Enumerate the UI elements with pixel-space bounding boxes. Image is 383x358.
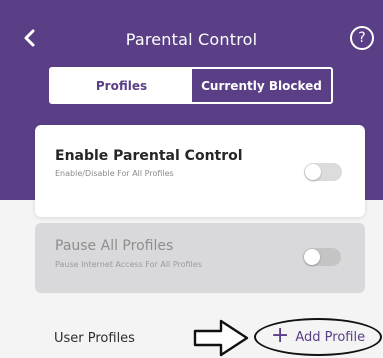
toggle-knob [304, 249, 320, 265]
user-profiles-label: User Profiles [54, 331, 135, 346]
pause-all-profiles-title: Pause All Profiles [55, 238, 174, 254]
enable-parental-control-card: Enable Parental Control Enable/Disable F… [35, 125, 365, 217]
help-button[interactable]: ? [350, 26, 374, 50]
enable-parental-control-toggle[interactable] [304, 163, 342, 181]
pause-all-profiles-card: Pause All Profiles Pause Internet Access… [35, 223, 365, 293]
pause-all-profiles-toggle[interactable] [303, 248, 341, 266]
tab-bar: Profiles Currently Blocked [49, 67, 333, 104]
pause-all-profiles-subtitle: Pause Internet Access For All Profiles [55, 260, 202, 269]
enable-parental-control-title: Enable Parental Control [55, 148, 243, 164]
add-profile-button[interactable]: + Add Profile [254, 318, 382, 356]
right-arrow-outline-icon [193, 319, 249, 357]
enable-parental-control-subtitle: Enable/Disable For All Profiles [55, 169, 174, 178]
add-profile-label: Add Profile [295, 329, 366, 345]
question-circle-icon: ? [358, 30, 366, 46]
page-title: Parental Control [125, 30, 258, 49]
tab-profiles[interactable]: Profiles [51, 69, 192, 102]
toggle-knob [305, 164, 321, 180]
tab-currently-blocked[interactable]: Currently Blocked [192, 69, 331, 102]
plus-icon: + [270, 323, 290, 348]
